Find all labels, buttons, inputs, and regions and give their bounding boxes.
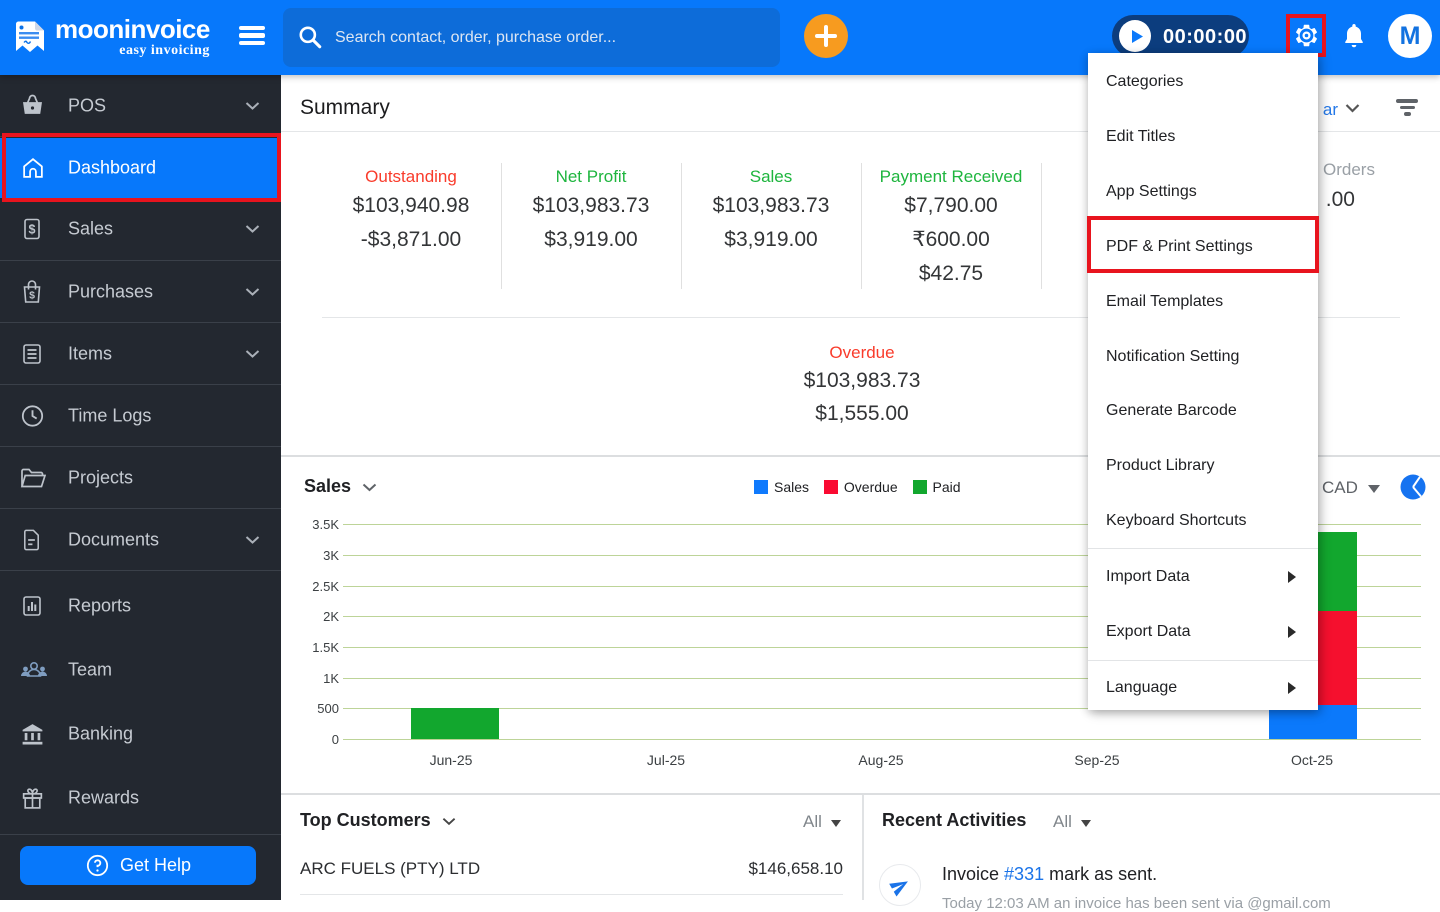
svg-text:$: $ bbox=[29, 222, 36, 236]
svg-text:$: $ bbox=[29, 289, 35, 301]
